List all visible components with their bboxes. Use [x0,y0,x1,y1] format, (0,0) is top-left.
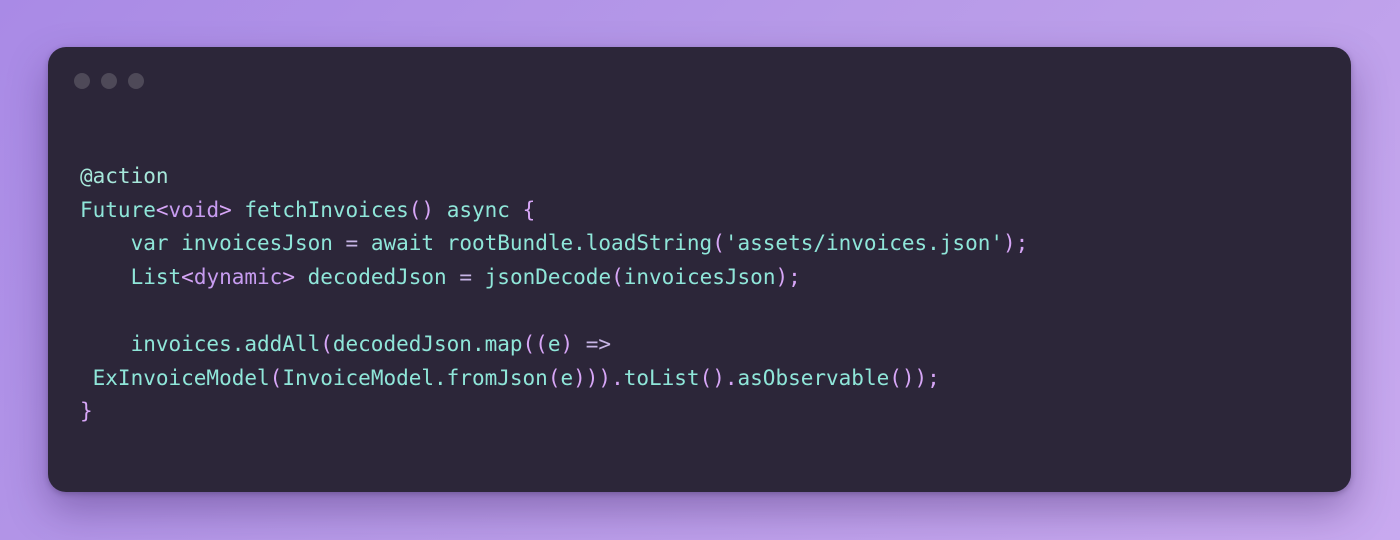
code-token: e [547,331,561,356]
code-token: > [282,264,295,289]
code-token: await [370,231,447,256]
code-token: } [80,399,93,424]
code-token: ( [320,331,333,356]
code-token: ExInvoiceModel [80,365,270,390]
code-token: > [219,197,232,222]
code-token: (). [699,365,738,390]
code-token: () [408,197,435,222]
code-token: List [80,264,182,289]
code-window: @action Future<void> fetchInvoices() asyn… [48,47,1351,492]
window-controls [74,73,144,89]
code-line: } [80,395,1028,429]
code-token: @action [80,164,169,188]
code-token: void [168,197,220,222]
code-token: ) [560,331,586,356]
code-token: rootBundle.loadString [446,231,713,256]
code-token: var [80,231,182,256]
code-token: async [434,197,523,222]
code-token: invoicesJson [623,264,776,289]
code-token: = [459,264,485,289]
maximize-dot-icon[interactable] [128,73,144,89]
code-line: invoices.addAll(decodedJson.map((e) => [80,328,1028,362]
code-line: Future<void> fetchInvoices() async { [80,194,1028,228]
code-token: dynamic [193,264,283,289]
code-token: < [155,197,169,222]
code-token: ( [712,231,725,256]
code-token: ); [775,264,801,289]
code-line: List<dynamic> decodedJson = jsonDecode(i… [80,261,1028,295]
code-token: ( [611,264,624,289]
code-token: => [585,331,612,356]
code-token: decodedJson.map [332,331,523,356]
code-token: invoices.addAll [80,331,321,356]
code-token: InvoiceModel.fromJson [282,365,548,390]
code-token: = [345,231,371,256]
code-line: ExInvoiceModel(InvoiceModel.fromJson(e))… [80,362,1028,396]
code-token: 'assets/invoices.json' [724,231,1004,256]
code-token: ( [269,365,283,390]
close-dot-icon[interactable] [74,73,90,89]
code-token: { [522,197,536,222]
code-token: asObservable [737,365,890,390]
code-token: decodedJson [294,264,460,289]
code-line: @action [80,160,1028,194]
code-token: ))). [573,365,624,390]
code-block: @action Future<void> fetchInvoices() asyn… [80,160,1028,429]
code-token: jsonDecode [484,264,612,289]
code-line: var invoicesJson = await rootBundle.load… [80,227,1029,261]
code-token: e [560,365,574,390]
code-token: ( [547,365,561,390]
code-token: (( [522,331,548,356]
code-token: Future [80,197,156,222]
code-token: ()); [889,365,940,390]
code-token: toList [623,365,700,390]
code-token: < [181,264,194,289]
code-token: invoicesJson [181,231,346,256]
code-token: fetchInvoices [231,197,409,222]
code-token: ); [1003,231,1029,256]
minimize-dot-icon[interactable] [101,73,117,89]
